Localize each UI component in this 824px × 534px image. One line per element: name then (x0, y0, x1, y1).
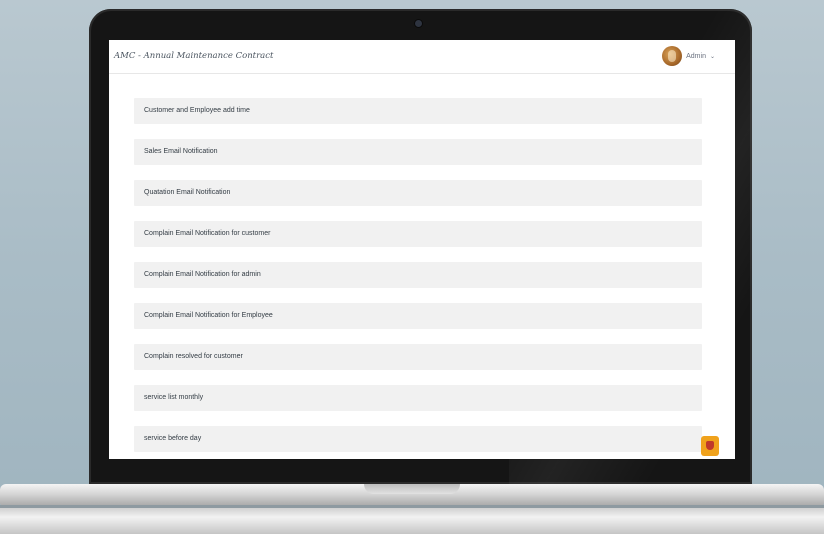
user-name[interactable]: Admin (686, 53, 706, 60)
list-item-label: Quatation Email Notification (144, 189, 231, 196)
shield-icon[interactable] (701, 436, 719, 456)
list-item-label: Complain resolved for customer (144, 353, 243, 360)
app-title: AMC - Annual Maintenance Contract (114, 51, 274, 61)
user-menu[interactable]: Admin ⌄ (662, 45, 715, 67)
list-item[interactable]: Complain Email Notification for Employee (134, 303, 702, 329)
list-item-label: Customer and Employee add time (144, 107, 250, 114)
list-item[interactable]: Customer and Employee add time (134, 98, 702, 124)
settings-content: Customer and Employee add time Sales Ema… (109, 74, 735, 459)
list-item-label: service before day (144, 435, 202, 442)
list-item[interactable]: service list monthly (134, 385, 702, 411)
laptop-notch (364, 484, 460, 494)
chevron-down-icon[interactable]: ⌄ (710, 53, 715, 60)
avatar[interactable] (662, 46, 683, 66)
app-header: AMC - Annual Maintenance Contract Admin … (109, 40, 735, 74)
list-item-label: service list monthly (144, 394, 204, 401)
list-item-label: Complain Email Notification for customer (144, 230, 271, 237)
list-item[interactable]: Complain resolved for customer (134, 344, 702, 370)
laptop-screen: AMC - Annual Maintenance Contract Admin … (109, 40, 735, 459)
list-item-label: Sales Email Notification (144, 148, 218, 155)
list-item[interactable]: Quatation Email Notification (134, 180, 702, 206)
list-item[interactable]: Complain Email Notification for admin (134, 262, 702, 288)
list-item[interactable]: Complain Email Notification for customer (134, 221, 702, 247)
list-item-label: Complain Email Notification for Employee (144, 312, 273, 319)
webcam-icon (415, 20, 422, 27)
list-item[interactable]: service before day (134, 426, 702, 452)
list-item-label: Complain Email Notification for admin (144, 271, 261, 278)
list-item[interactable]: Sales Email Notification (134, 139, 702, 165)
laptop-base-bottom (0, 508, 824, 534)
